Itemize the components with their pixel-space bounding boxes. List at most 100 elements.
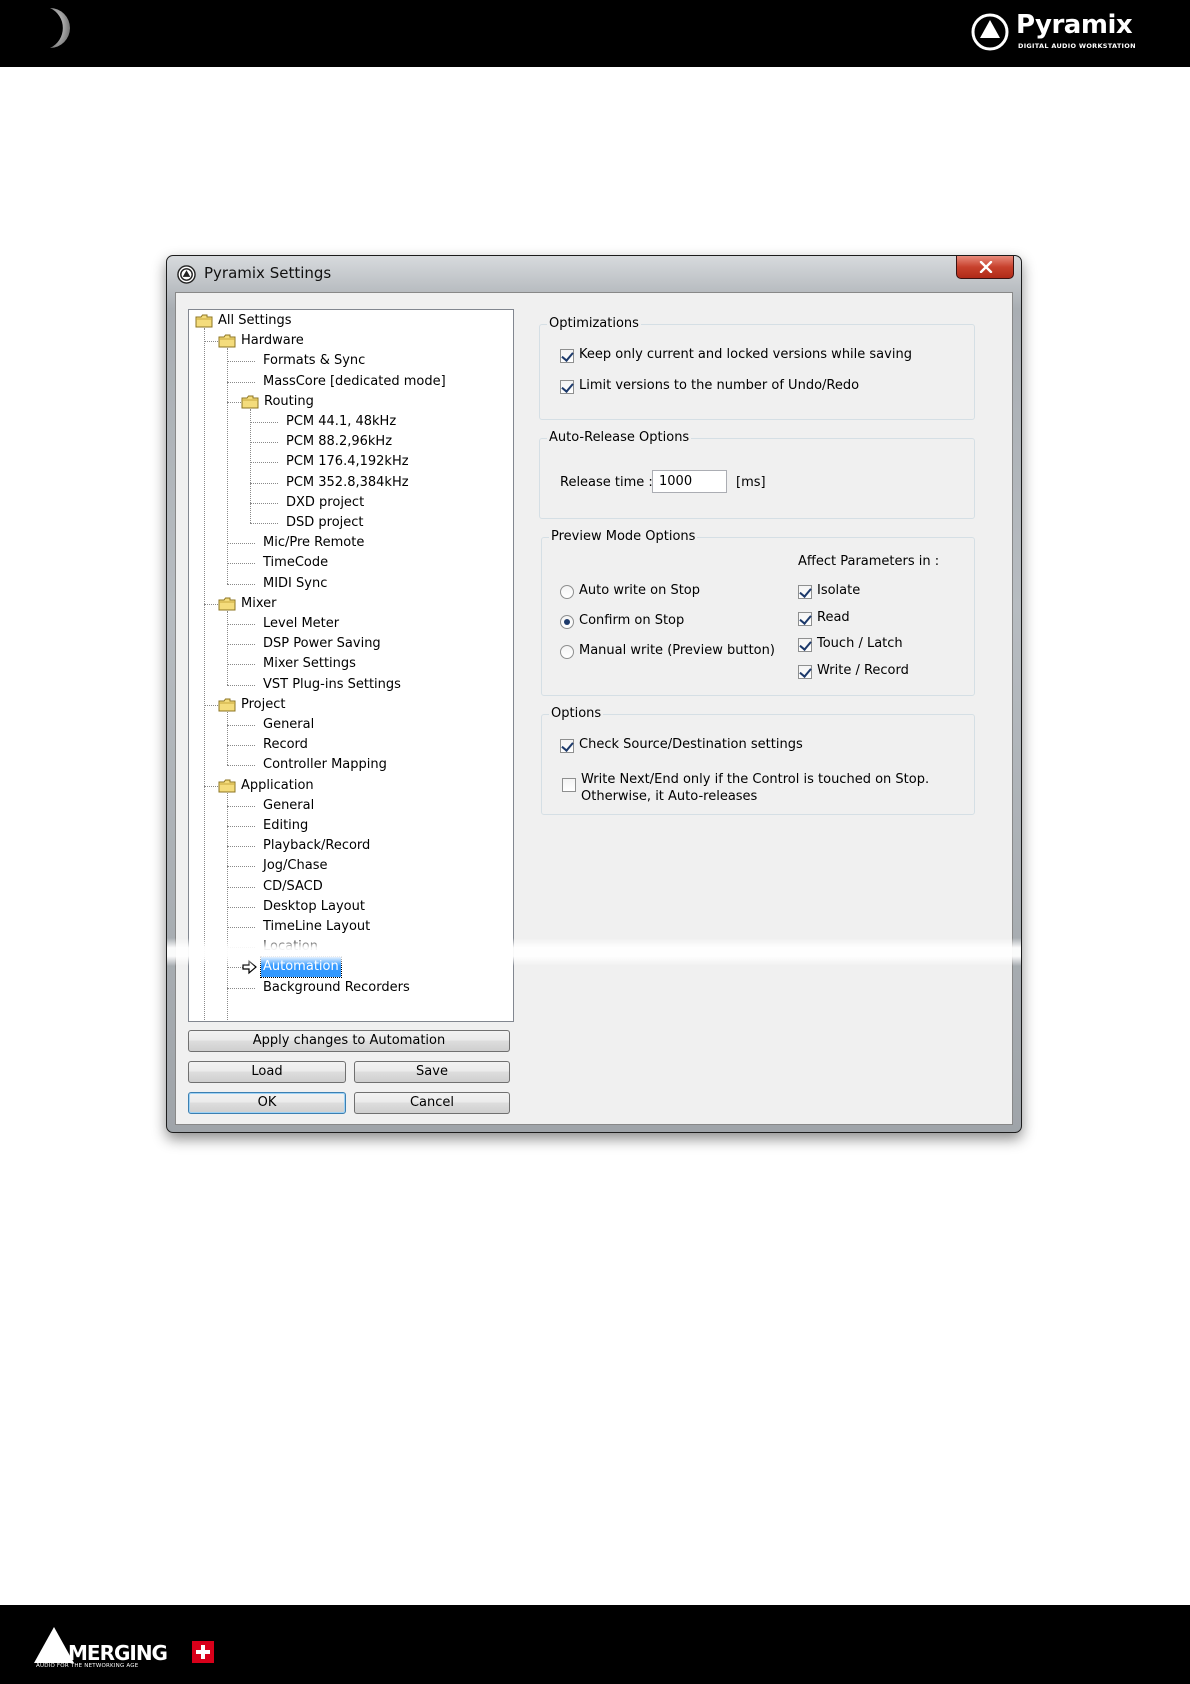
tree-item-project[interactable]: Project: [189, 695, 513, 715]
ok-button[interactable]: OK: [188, 1092, 346, 1114]
close-icon: [979, 261, 993, 273]
radio-button[interactable]: [560, 585, 574, 599]
folder-open-icon: [241, 395, 259, 409]
tree-connector-tick: [227, 624, 255, 625]
auto-release-title: Auto-Release Options: [547, 430, 692, 445]
tree-item-label: Controller Mapping: [263, 757, 387, 773]
merging-logo: MERGING AUDIO FOR THE NETWORKING AGE: [34, 1625, 234, 1673]
tree-item-background-recorders[interactable]: Background Recorders: [189, 978, 513, 998]
optimizations-group: Optimizations Keep only current and lock…: [539, 316, 975, 420]
tree-item-playback-record[interactable]: Playback/Record: [189, 836, 513, 856]
tree-item-cd-sacd[interactable]: CD/SACD: [189, 877, 513, 897]
folder-open-icon: [218, 597, 236, 611]
radio-button[interactable]: [560, 615, 574, 629]
tree-item-general[interactable]: General: [189, 715, 513, 735]
tree-connector-tick: [227, 987, 255, 989]
check-source-label: Check Source/Destination settings: [579, 737, 803, 752]
limit-versions-box[interactable]: [560, 380, 574, 394]
moon-icon: [50, 8, 70, 48]
tree-connector-tick: [227, 947, 255, 949]
tree-item-label: Jog/Chase: [263, 858, 328, 874]
tree-item-automation[interactable]: Automation: [189, 956, 513, 979]
tree-item-label: DXD project: [286, 494, 365, 510]
tree-item-label: Formats & Sync: [263, 353, 366, 369]
checkbox[interactable]: [798, 585, 812, 599]
checkbox[interactable]: [798, 611, 812, 626]
tree-item-mixer-settings[interactable]: Mixer Settings: [189, 654, 513, 674]
preview-mode-group: Preview Mode Options Auto write on Stop C…: [541, 529, 975, 696]
pyramix-logo-icon: [971, 13, 1009, 51]
tree-connector-tick: [227, 563, 255, 565]
keep-versions-box[interactable]: [560, 349, 574, 363]
tree-item-label: PCM 44.1, 48kHz: [286, 414, 397, 429]
tree-item-dsp-power-saving[interactable]: DSP Power Saving: [189, 634, 513, 654]
tree-item-masscore-dedicated-mode[interactable]: MassCore [dedicated mode]: [189, 372, 513, 392]
tree-connector-tick: [227, 765, 255, 767]
release-time-input[interactable]: 1000: [652, 470, 727, 493]
tree-item-dxd-project[interactable]: DXD project: [189, 493, 513, 513]
tree-connector-tick: [227, 927, 255, 928]
tree-item-pcm-352-8-384khz[interactable]: PCM 352.8,384kHz: [189, 473, 513, 493]
settings-tree[interactable]: All Settings Hardware Formats & Sync MassCo…: [188, 309, 514, 1022]
checkbox[interactable]: [798, 664, 812, 679]
tree-item-label: PCM 352.8,384kHz: [286, 474, 409, 490]
pyramix-logo: Pyramix DIGITAL AUDIO WORKSTATION: [970, 10, 1170, 54]
tree-item-dsd-project[interactable]: DSD project: [189, 513, 513, 533]
tree-item-desktop-layout[interactable]: Desktop Layout: [189, 897, 513, 917]
write-next-label-line2: Otherwise, it Auto-releases: [581, 789, 758, 804]
tree-item-routing[interactable]: Routing: [189, 392, 513, 412]
tree-item-timeline-layout[interactable]: TimeLine Layout: [189, 917, 513, 937]
tree-item-label: Routing: [264, 393, 314, 409]
tree-item-label: General: [263, 717, 315, 732]
tree-item-location[interactable]: Location: [189, 937, 513, 957]
tree-item-editing[interactable]: Editing: [189, 816, 513, 836]
cancel-button[interactable]: Cancel: [354, 1092, 510, 1114]
tree-item-timecode[interactable]: TimeCode: [189, 553, 513, 573]
tree-item-label: Record: [263, 737, 308, 753]
tree-connector-tick: [204, 704, 218, 706]
radio-button[interactable]: [560, 645, 574, 659]
tree-connector-tick: [227, 583, 255, 585]
checkbox[interactable]: [798, 638, 812, 652]
tree-item-pcm-88-2-96khz[interactable]: PCM 88.2,96kHz: [189, 432, 513, 452]
pyramix-logo-tagline: DIGITAL AUDIO WORKSTATION: [1018, 42, 1136, 50]
tree-connector-tick: [227, 826, 255, 827]
apply-changes-button[interactable]: Apply changes to Automation: [188, 1030, 510, 1052]
load-button[interactable]: Load: [188, 1061, 346, 1083]
tree-item-hardware[interactable]: Hardware: [189, 331, 513, 351]
check-source-box[interactable]: [560, 739, 574, 753]
tree-item-label: MassCore [dedicated mode]: [263, 373, 446, 389]
tree-item-vst-plug-ins-settings[interactable]: VST Plug-ins Settings: [189, 675, 513, 695]
tree-item-label: DSD project: [286, 515, 364, 530]
radio-label: Auto write on Stop: [579, 583, 701, 598]
tree-item-midi-sync[interactable]: MIDI Sync: [189, 574, 513, 594]
checkbox-label: Write / Record: [817, 662, 909, 678]
tree-item-label: Background Recorders: [263, 979, 410, 995]
tree-item-mic-pre-remote[interactable]: Mic/Pre Remote: [189, 533, 513, 553]
checkbox-label: Read: [817, 609, 850, 625]
save-button[interactable]: Save: [354, 1061, 510, 1083]
close-button[interactable]: [956, 256, 1014, 279]
tree-item-general[interactable]: General: [189, 796, 513, 816]
tree-item-pcm-176-4-192khz[interactable]: PCM 176.4,192kHz: [189, 452, 513, 472]
tree-item-all-settings[interactable]: All Settings: [189, 311, 513, 331]
tree-connector-tick: [227, 381, 255, 383]
tree-item-label: All Settings: [218, 313, 292, 328]
tree-connector-tick: [250, 442, 278, 444]
tree-item-label: DSP Power Saving: [263, 636, 381, 652]
write-next-box[interactable]: [562, 778, 576, 792]
tree-item-jog-chase[interactable]: Jog/Chase: [189, 856, 513, 876]
tree-item-application[interactable]: Application: [189, 776, 513, 796]
tree-item-record[interactable]: Record: [189, 735, 513, 755]
folder-open-icon: [218, 334, 236, 348]
tree-item-label: Playback/Record: [263, 838, 371, 854]
tree-item-pcm-44-1-48khz[interactable]: PCM 44.1, 48kHz: [189, 412, 513, 432]
tree-item-label: PCM 88.2,96kHz: [286, 434, 393, 450]
tree-item-controller-mapping[interactable]: Controller Mapping: [189, 755, 513, 775]
dialog-titlebar[interactable]: Pyramix Settings: [167, 256, 1021, 292]
tree-item-label: TimeCode: [263, 555, 329, 571]
tree-item-formats-sync[interactable]: Formats & Sync: [189, 351, 513, 371]
tree-item-mixer[interactable]: Mixer: [189, 594, 513, 614]
optimizations-title: Optimizations: [547, 316, 641, 331]
tree-item-level-meter[interactable]: Level Meter: [189, 614, 513, 634]
